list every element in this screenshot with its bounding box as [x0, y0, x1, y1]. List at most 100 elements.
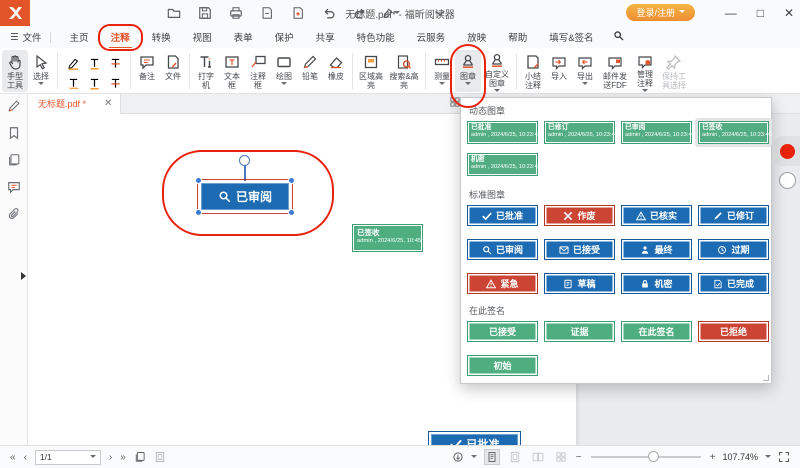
comments-panel-icon[interactable] — [7, 180, 21, 194]
stamp-void[interactable]: 作废 — [544, 205, 615, 226]
hand-tool-button[interactable]: 手型工具 — [2, 50, 28, 92]
tab-protect[interactable]: 保护 — [269, 26, 300, 48]
print-button[interactable] — [227, 4, 245, 22]
sign-stamp-rejected[interactable]: 已拒绝 — [698, 321, 769, 342]
facing-continuous-view-button[interactable] — [553, 449, 569, 465]
first-page-button[interactable]: « — [10, 452, 16, 463]
single-page-view-button[interactable] — [483, 449, 500, 465]
sign-stamp-sign-here[interactable]: 在此签名 — [621, 321, 692, 342]
tab-help[interactable]: 帮助 — [502, 26, 533, 48]
sign-stamp-accepted[interactable]: 已接受 — [467, 321, 538, 342]
strikeout-text-icon[interactable] — [109, 57, 122, 70]
select-tool-button[interactable]: 选择 — [28, 50, 54, 92]
tab-close-icon[interactable]: ✕ — [104, 98, 112, 109]
tab-features[interactable]: 特色功能 — [351, 26, 401, 48]
dynamic-stamp-reviewed[interactable]: 已审阅 admin , 2024/6/25, 10:23:40 — [621, 121, 695, 144]
stamp-button[interactable]: 图章 — [450, 44, 486, 108]
facing-view-button[interactable] — [530, 449, 546, 465]
previous-page-button[interactable]: ‹ — [24, 452, 27, 463]
tab-cloud[interactable]: 云服务 — [411, 26, 452, 48]
email-fdf-button[interactable]: 邮件发送FDF — [598, 50, 632, 92]
panel-resize-handle[interactable] — [763, 375, 769, 381]
zoom-in-button[interactable]: + — [710, 452, 716, 463]
continuous-view-button[interactable] — [507, 449, 523, 465]
draw-shapes-button[interactable]: 绘图 — [271, 50, 297, 92]
stamp-expired[interactable]: 过期 — [698, 239, 769, 260]
sign-stamp-initial[interactable]: 初始 — [467, 355, 538, 376]
import-comments-button[interactable]: 导入 — [546, 50, 572, 92]
document-tab[interactable]: 无标题.pdf * ✕ — [28, 93, 122, 114]
tab-comment[interactable]: 注释 — [97, 24, 143, 51]
zoom-slider[interactable] — [590, 451, 701, 462]
fit-width-button[interactable] — [154, 451, 166, 463]
minimize-button[interactable]: — — [725, 6, 737, 20]
next-page-button[interactable]: › — [109, 452, 112, 463]
open-file-button[interactable] — [165, 4, 183, 22]
area-highlight-button[interactable]: 区域高亮 — [356, 50, 386, 92]
sign-stamp-witness[interactable]: 证据 — [544, 321, 615, 342]
file-menu[interactable]: ☰ 文件 — [10, 30, 42, 45]
eraser-button[interactable]: 橡皮 — [323, 50, 349, 92]
bookmark-icon[interactable] — [7, 126, 21, 140]
page-number-input[interactable]: 1/1 — [34, 449, 101, 465]
textbox-button[interactable]: 文本框 — [219, 50, 245, 92]
search-highlight-button[interactable]: 搜索&高亮 — [386, 50, 422, 92]
typewriter-button[interactable]: 打字机 — [193, 50, 219, 92]
attachments-icon[interactable] — [7, 207, 21, 221]
export-comments-button[interactable]: 导出 — [572, 50, 598, 92]
approved-stamp[interactable]: 已批准 — [428, 431, 521, 445]
dynamic-stamp-received[interactable]: 已签收 admin , 2024/6/25, 10:23:40 — [698, 121, 772, 144]
maximize-button[interactable]: □ — [757, 6, 764, 20]
callout-button[interactable]: 注释框 — [245, 50, 271, 92]
file-attachment-button[interactable]: 文件 — [160, 50, 186, 92]
zoom-out-button[interactable]: − — [576, 452, 582, 463]
fullscreen-button[interactable] — [778, 451, 790, 463]
stamp-confidential[interactable]: 机密 — [621, 273, 692, 294]
insert-text-icon[interactable] — [109, 77, 122, 90]
tab-fill-sign[interactable]: 填写&签名 — [543, 26, 599, 48]
dynamic-stamp-approved[interactable]: 已批准 admin , 2024/6/25, 10:23:40 — [467, 121, 541, 144]
stamp-completed[interactable]: 已完成 — [698, 273, 769, 294]
sidebar-expand-arrow[interactable] — [21, 272, 30, 280]
stamp-reviewed[interactable]: 已审阅 — [467, 239, 538, 260]
highlight-text-icon[interactable] — [67, 57, 80, 70]
custom-stamp-button[interactable]: 自定义图章 — [481, 50, 513, 92]
sign-tool-button[interactable] — [382, 4, 400, 22]
dynamic-stamp-confidential[interactable]: 机密 admin , 2024/6/25, 10:23:40 — [467, 153, 541, 176]
resize-handle-ne[interactable] — [288, 177, 295, 184]
create-document-button[interactable] — [289, 4, 307, 22]
fit-page-button[interactable] — [134, 451, 146, 463]
undo-button[interactable] — [320, 4, 338, 22]
selected-reviewed-stamp[interactable]: 已审阅 — [195, 177, 295, 216]
tab-present[interactable]: 放映 — [461, 26, 492, 48]
rotation-handle[interactable] — [239, 155, 250, 166]
measure-button[interactable]: 测量 — [429, 50, 455, 92]
underline-text-icon[interactable] — [88, 57, 101, 70]
tab-home[interactable]: 主页 — [64, 26, 95, 48]
underline2-text-icon[interactable] — [88, 77, 101, 90]
stamp-draft[interactable]: 草稿 — [544, 273, 615, 294]
resize-handle-nw[interactable] — [195, 177, 202, 184]
note-button[interactable]: 备注 — [134, 50, 160, 92]
stamp-approved[interactable]: 已批准 — [467, 205, 538, 226]
stamp-revised[interactable]: 已修订 — [698, 205, 769, 226]
stamp-verified[interactable]: 已核实 — [621, 205, 692, 226]
tab-convert[interactable]: 转换 — [146, 26, 177, 48]
manage-comments-button[interactable]: 管理注释 — [632, 50, 658, 92]
search-button[interactable] — [613, 30, 624, 44]
resize-handle-se[interactable] — [288, 209, 295, 216]
last-page-button[interactable]: » — [120, 452, 126, 463]
save-button[interactable] — [196, 4, 214, 22]
customize-toolbar-button[interactable] — [431, 4, 449, 22]
pencil-button[interactable]: 铅笔 — [297, 50, 323, 92]
tab-share[interactable]: 共享 — [310, 26, 341, 48]
close-button[interactable]: ✕ — [784, 6, 794, 20]
zoom-slider-thumb[interactable] — [647, 451, 659, 462]
resize-handle-sw[interactable] — [195, 209, 202, 216]
export-document-button[interactable] — [258, 4, 276, 22]
dynamic-stamp-revised[interactable]: 已修订 admin , 2024/6/25, 10:23:40 — [544, 121, 618, 144]
annotate-pencil-icon[interactable] — [7, 99, 21, 113]
received-stamp[interactable]: 已签收 admin , 2024/6/25, 10:45:11 — [352, 224, 429, 252]
stamp-urgent[interactable]: 紧急 — [467, 273, 538, 294]
tab-form[interactable]: 表单 — [228, 26, 259, 48]
